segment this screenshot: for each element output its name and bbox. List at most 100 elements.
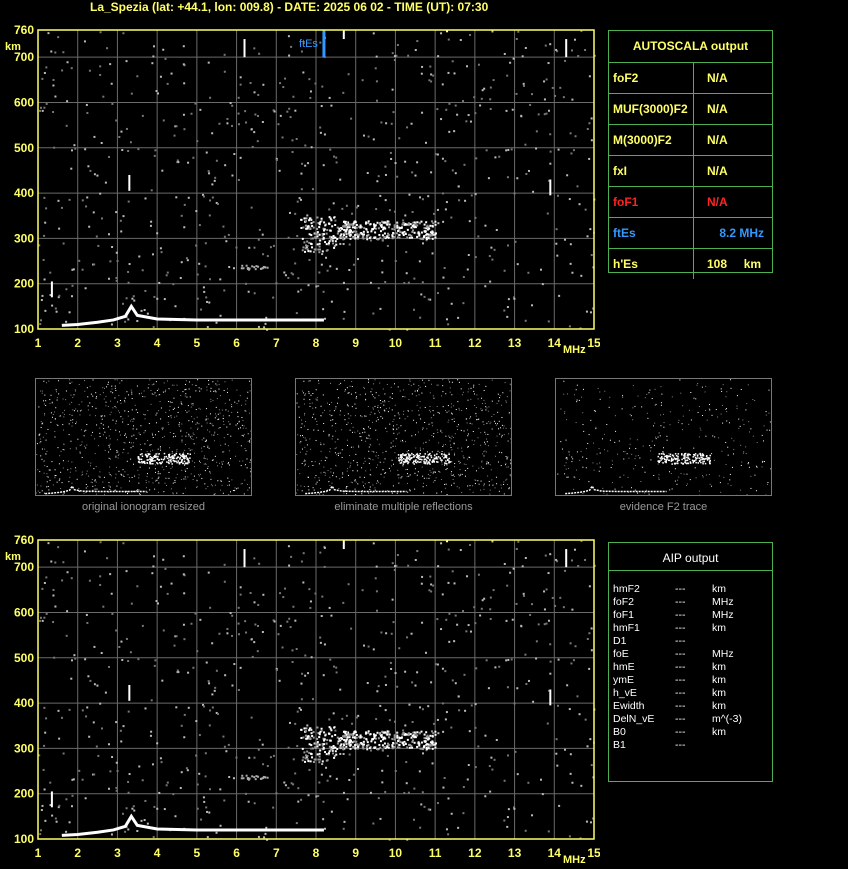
noise-point (348, 474, 350, 476)
noise-point (41, 109, 44, 112)
noise-point (414, 472, 416, 474)
noise-point (94, 480, 96, 482)
noise-point (168, 423, 170, 425)
noise-point (586, 235, 589, 238)
noise-point (239, 83, 242, 86)
noise-point (186, 468, 188, 470)
noise-point (728, 422, 730, 424)
noise-point (366, 172, 369, 175)
noise-point (74, 147, 77, 150)
noise-point (124, 400, 126, 402)
noise-point (184, 449, 186, 451)
noise-point (352, 446, 354, 448)
caption-eliminate: eliminate multiple reflections (334, 501, 473, 513)
noise-point (437, 450, 439, 452)
noise-point (123, 476, 125, 478)
noise-point (40, 299, 43, 302)
noise-point (320, 773, 323, 776)
noise-point (347, 405, 349, 407)
noise-point (343, 492, 345, 494)
noise-point (379, 461, 381, 463)
noise-point (137, 469, 139, 471)
noise-point (185, 388, 187, 390)
noise-point (225, 409, 227, 411)
trace-point (379, 740, 382, 743)
noise-point (181, 469, 183, 471)
noise-point (678, 476, 680, 478)
trace-point (699, 454, 702, 457)
noise-point (451, 435, 453, 437)
noise-point (347, 422, 349, 424)
noise-point (214, 176, 217, 179)
noise-point (467, 254, 470, 257)
trace-point (393, 734, 396, 737)
trace-point (407, 224, 410, 227)
noise-point (421, 281, 424, 284)
noise-point (176, 473, 178, 475)
ionogram-aip: 1 2 3 4 5 6 7 8 9 10 11 12 13 14 151002003004005006007… (5, 535, 600, 866)
noise-point (505, 659, 508, 662)
noise-point (129, 480, 131, 482)
noise-point (446, 468, 448, 470)
noise-point (170, 415, 172, 417)
noise-point (305, 217, 308, 220)
noise-point (242, 460, 244, 462)
noise-point (490, 756, 493, 759)
noise-point (517, 540, 520, 543)
noise-point (335, 447, 337, 449)
noise-point (402, 465, 404, 467)
noise-point (154, 488, 156, 490)
noise-point (202, 286, 205, 289)
trace-point (318, 226, 321, 229)
noise-point (158, 410, 160, 412)
trace-point (328, 745, 331, 748)
noise-point (115, 390, 117, 392)
noise-point (546, 212, 549, 215)
noise-point (51, 814, 54, 817)
noise-point (329, 476, 331, 478)
noise-point (334, 448, 336, 450)
noise-point (663, 413, 665, 415)
noise-point (509, 390, 511, 392)
noise-point (125, 807, 128, 810)
trace-point (660, 453, 663, 455)
noise-point (177, 161, 180, 164)
noise-point (170, 488, 172, 490)
noise-point (146, 450, 148, 452)
noise-point (100, 727, 103, 730)
noise-point (122, 469, 124, 471)
noise-point (321, 763, 324, 766)
trace-point (358, 743, 361, 746)
noise-point (450, 473, 452, 475)
trace-point (303, 751, 306, 754)
noise-point (469, 485, 471, 487)
trace-point (328, 240, 331, 243)
noise-point (200, 308, 203, 311)
noise-point (497, 423, 499, 425)
noise-point (463, 430, 465, 432)
noise-point (39, 438, 41, 440)
noise-point (370, 469, 372, 471)
noise-point (136, 320, 139, 323)
noise-point (85, 103, 88, 106)
trace-point (254, 778, 257, 781)
noise-point (62, 242, 65, 245)
noise-point (41, 77, 44, 80)
trace-point (300, 226, 303, 229)
trace-point (702, 454, 705, 457)
noise-point (654, 404, 656, 406)
noise-point (72, 396, 74, 398)
trace-point (449, 461, 451, 463)
noise-point (102, 387, 104, 389)
noise-point (745, 446, 747, 448)
noise-point (237, 123, 240, 126)
noise-point (41, 294, 44, 297)
noise-point (453, 421, 455, 423)
noise-point (205, 464, 207, 466)
noise-point (468, 730, 471, 733)
noise-point (214, 413, 216, 415)
noise-point (108, 444, 110, 446)
noise-point (187, 476, 189, 478)
trace-point (334, 746, 337, 749)
noise-point (551, 596, 554, 599)
